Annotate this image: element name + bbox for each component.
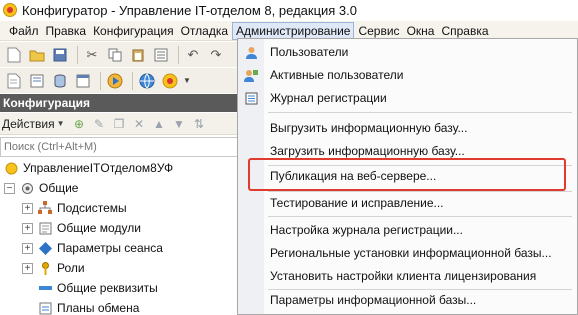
cut-icon[interactable]: ✂ [82,45,102,65]
configuration-root-icon [4,161,18,175]
panel-title: Конфигурация [0,94,240,112]
menu-separator [268,112,572,113]
tree-item-label: Общие реквизиты [57,281,158,295]
tree-item-roles[interactable]: + Роли [22,258,85,278]
expand-toggle[interactable]: + [22,222,33,234]
new-file-icon[interactable] [4,45,24,65]
chevron-down-icon[interactable]: ▼ [57,119,65,128]
chevron-down-icon[interactable]: ▼ [183,76,191,85]
document-icon[interactable] [4,71,24,91]
tree-item-subsystems[interactable]: + Подсистемы [22,198,127,218]
menu-item-test-and-repair[interactable]: Тестирование и исправление... [238,192,577,214]
tree-item-common[interactable]: − Общие [4,178,78,198]
actions-menu-label[interactable]: Действия [2,117,55,131]
exchange-plans-icon [38,301,52,315]
add-icon[interactable]: ⊕ [71,115,88,132]
paste-icon[interactable] [128,45,148,65]
menu-item-event-log[interactable]: Журнал регистрации [238,87,577,109]
tree-item-label: Роли [57,261,85,275]
tree-root-label: УправлениеITОтделом8УФ [23,161,174,175]
window-icon[interactable] [73,71,93,91]
window-title: Конфигуратор - Управление IT-отделом 8, … [22,2,357,18]
redo-icon[interactable]: ↷ [206,45,226,65]
copy-icon[interactable] [105,45,125,65]
web-icon[interactable] [137,71,157,91]
collapse-toggle[interactable]: − [4,182,15,194]
edit-icon[interactable]: ✎ [91,115,108,132]
tree-item-label: Планы обмена [57,301,140,315]
expand-toggle[interactable]: + [22,262,33,274]
delete-icon[interactable]: ✕ [131,115,148,132]
toolbar-separator [100,71,101,90]
properties-icon[interactable] [27,71,47,91]
menu-item-active-users[interactable]: Активные пользователи [238,64,577,86]
menu-service[interactable]: Сервис [355,22,402,40]
app-logo-icon [3,3,17,17]
menu-separator [268,216,572,217]
launch-icon[interactable] [160,71,180,91]
tree-item-label: Общие модули [57,221,141,235]
key-icon [38,261,52,275]
list-icon[interactable] [151,45,171,65]
toolbar-separator [178,45,179,64]
tree-root-item[interactable]: УправлениеITОтделом8УФ [4,158,173,178]
menu-edit[interactable]: Правка [43,22,90,40]
menu-configuration[interactable]: Конфигурация [90,22,177,40]
run-debug-icon[interactable] [105,71,125,91]
undo-icon[interactable]: ↶ [183,45,203,65]
expand-toggle[interactable]: + [22,202,33,214]
move-up-icon[interactable]: ▲ [151,115,168,132]
tree-item-common-modules[interactable]: + Общие модули [22,218,141,238]
menu-windows[interactable]: Окна [404,22,438,40]
menu-item-regional-settings[interactable]: Региональные установки информационной ба… [238,242,577,264]
copy-item-icon[interactable]: ❐ [111,115,128,132]
tree-item-label: Подсистемы [57,201,127,215]
database-icon[interactable] [50,71,70,91]
menu-item-log-settings[interactable]: Настройка журнала регистрации... [238,219,577,241]
menu-item-infobase-parameters[interactable]: Параметры информационной базы... [238,289,577,311]
active-users-icon [238,69,264,82]
subsystems-icon [38,201,52,215]
configuration-tree: УправлениеITОтделом8УФ − Общие + Подсист… [0,158,240,315]
tree-item-label: Общие [39,181,79,195]
modules-icon [38,221,52,235]
menu-item-licensing-client-settings[interactable]: Установить настройки клиента лицензирова… [238,265,577,287]
tree-item-common-attributes[interactable]: Общие реквизиты [38,278,158,298]
log-icon [238,92,264,105]
users-icon [238,46,264,59]
search-input[interactable] [0,137,240,157]
tree-item-label: Параметры сеанса [57,241,163,255]
menu-item-export-infobase[interactable]: Выгрузить информационную базу... [238,117,577,139]
expand-toggle[interactable]: + [22,242,33,254]
menu-debug[interactable]: Отладка [178,22,231,40]
attributes-icon [38,281,52,295]
highlight-annotation [248,158,566,191]
open-folder-icon[interactable] [27,45,47,65]
title-bar: Конфигуратор - Управление IT-отделом 8, … [0,0,578,20]
tree-item-exchange-plans[interactable]: Планы обмена [38,298,139,315]
panel-actions-bar: Действия ▼ ⊕ ✎ ❐ ✕ ▲ ▼ ⇅ [0,113,240,135]
menu-file[interactable]: Файл [6,22,42,40]
save-icon[interactable] [50,45,70,65]
sort-icon[interactable]: ⇅ [191,115,208,132]
common-folder-icon [20,181,34,195]
menu-administration[interactable]: Администрирование [232,21,355,40]
tree-item-session-params[interactable]: + Параметры сеанса [22,238,163,258]
move-down-icon[interactable]: ▼ [171,115,188,132]
menu-item-users[interactable]: Пользователи [238,41,577,63]
menu-help[interactable]: Справка [438,22,491,40]
session-params-icon [38,241,52,255]
toolbar-separator [77,45,78,64]
toolbar-separator [132,71,133,90]
